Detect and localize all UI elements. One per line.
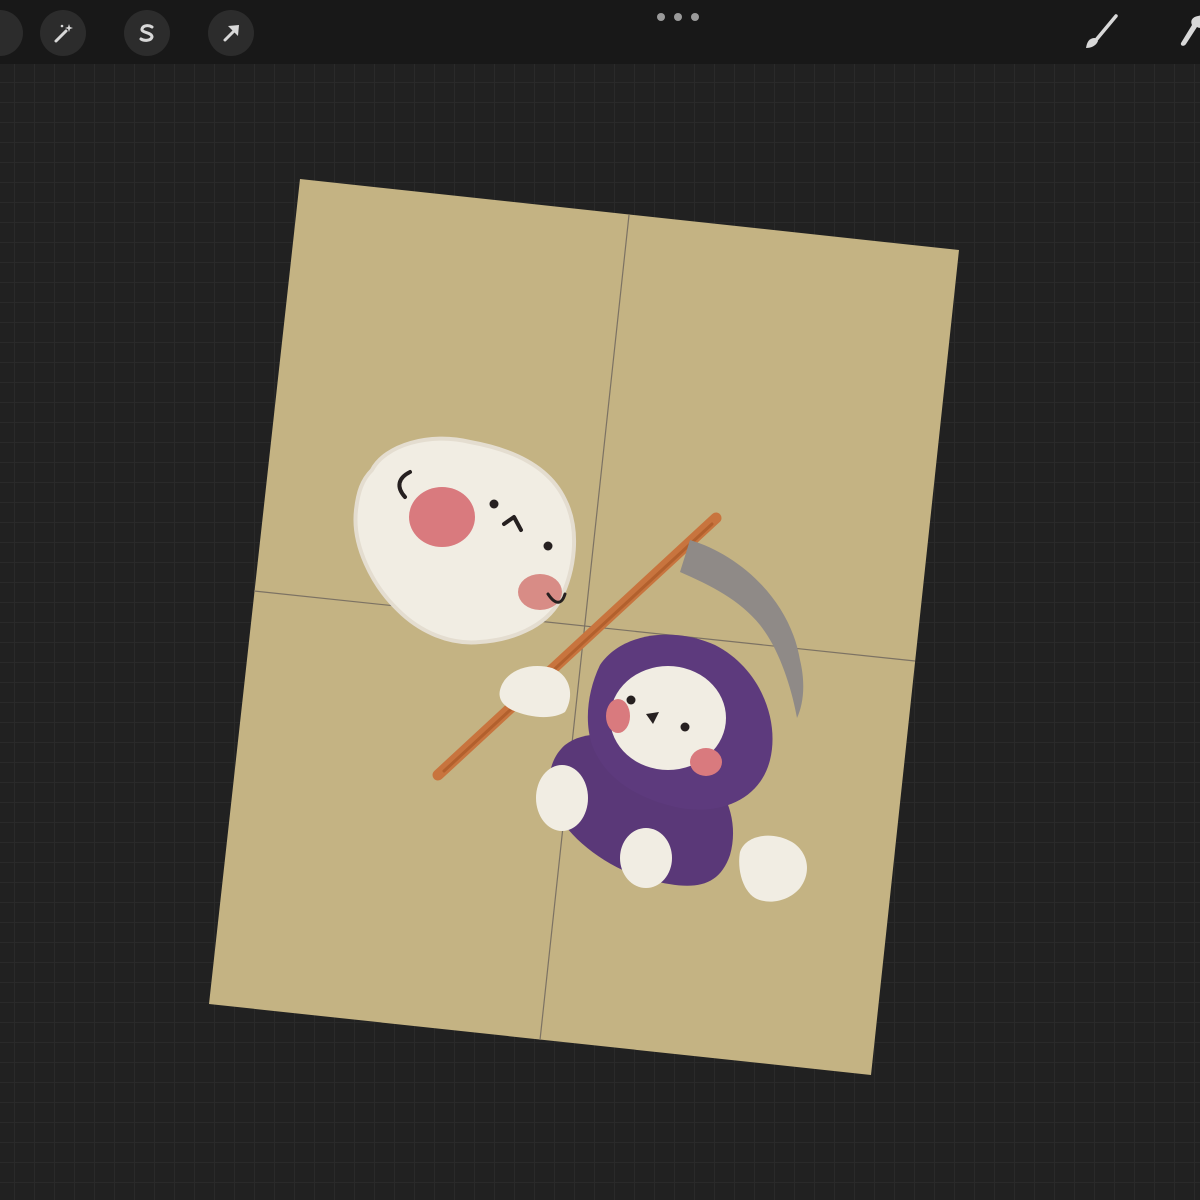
- ghost-eye: [489, 499, 499, 509]
- brush-icon: [1086, 14, 1118, 48]
- selection-s-icon: [139, 24, 154, 42]
- reaper-foot: [536, 765, 588, 831]
- more-options-icon: [657, 13, 665, 21]
- ghost-mouth-blush: [518, 574, 562, 610]
- more-options-dot: [674, 13, 682, 21]
- ghost-blush-left: [409, 487, 475, 547]
- smudge-icon: [1180, 15, 1200, 46]
- reaper-foot: [620, 828, 672, 888]
- reaper-blush-right: [690, 748, 722, 776]
- adjustments-button[interactable]: [40, 10, 86, 56]
- reaper-blush-left: [606, 699, 630, 733]
- smudge-tool-button[interactable]: [1168, 6, 1200, 58]
- transform-button[interactable]: [208, 10, 254, 56]
- selection-button[interactable]: [124, 10, 170, 56]
- gallery-button[interactable]: [0, 10, 23, 56]
- more-options-dot: [691, 13, 699, 21]
- adjustments-magic-wand-icon: [54, 24, 73, 43]
- top-toolbar: [0, 0, 1200, 64]
- ghost-eye: [543, 541, 553, 551]
- reaper-eye: [626, 695, 636, 705]
- canvas-artwork[interactable]: [0, 0, 1200, 1200]
- transform-arrow-icon: [223, 25, 239, 42]
- reaper-eye: [680, 722, 690, 732]
- more-options-button[interactable]: [657, 8, 699, 26]
- brush-tool-button[interactable]: [1074, 6, 1126, 58]
